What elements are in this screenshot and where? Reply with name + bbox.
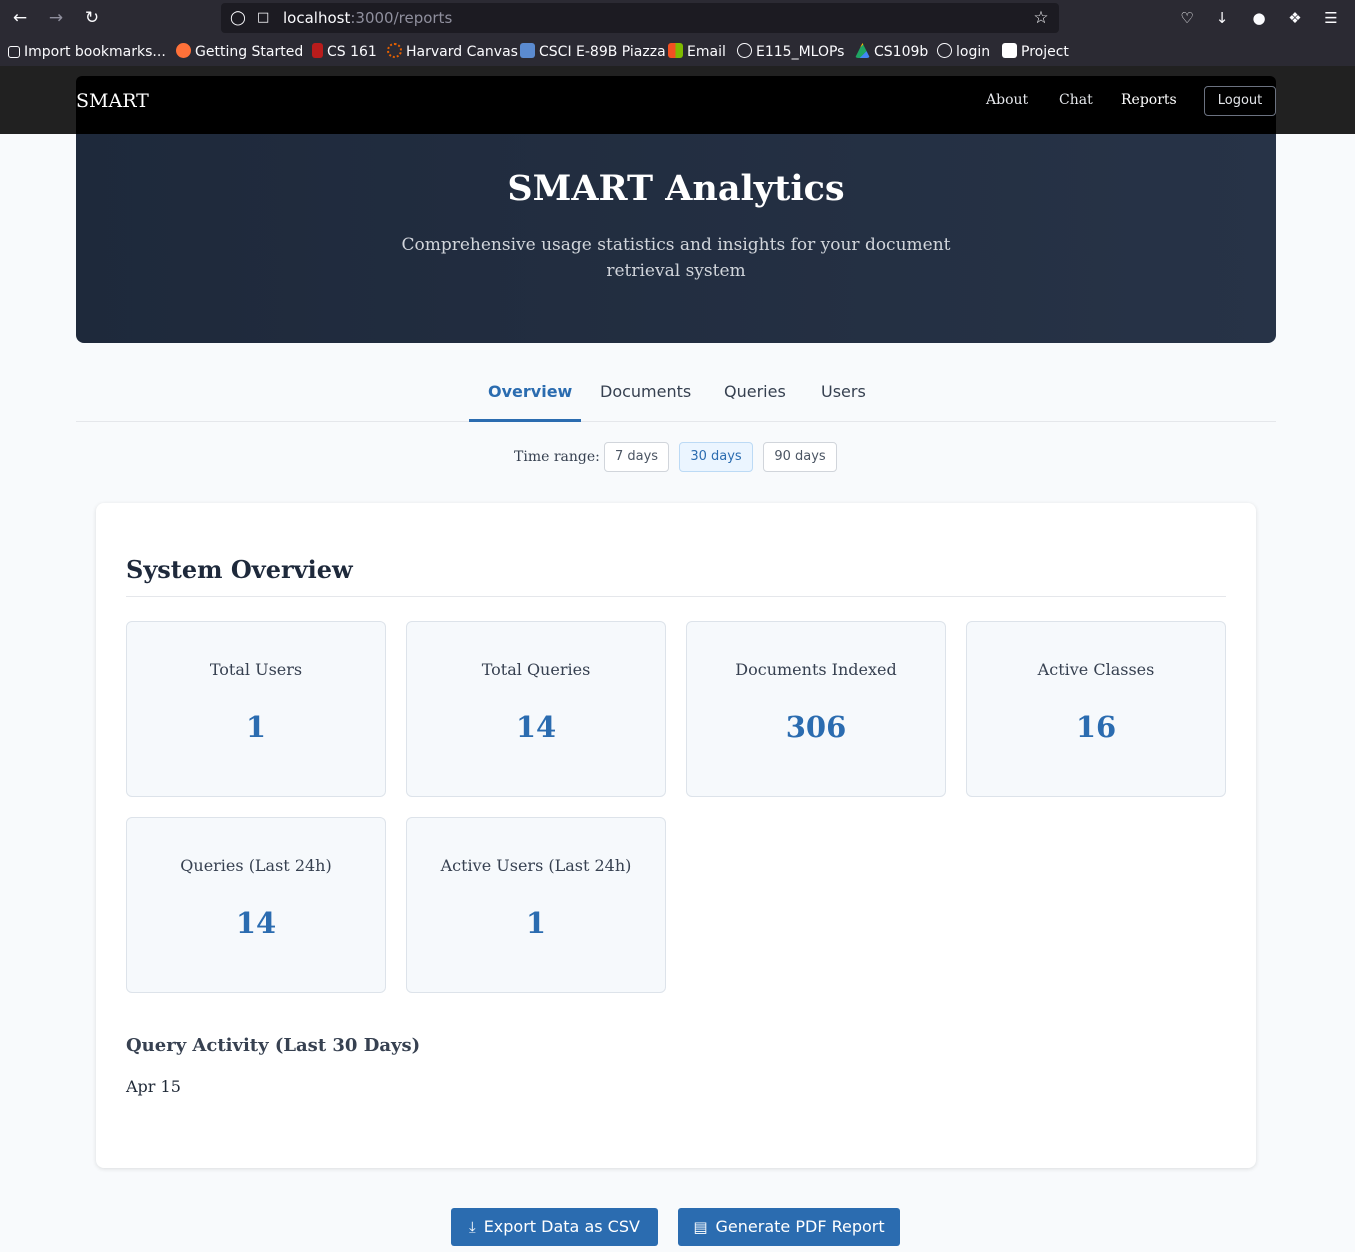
tab-queries[interactable]: Queries [724,382,786,401]
back-arrow-icon[interactable]: ← [8,6,32,30]
report-tabs: Overview Documents Queries Users [76,366,1276,422]
generate-pdf-button[interactable]: ▤ Generate PDF Report [678,1208,900,1246]
piazza-icon [520,43,535,58]
query-activity-date: Apr 15 [126,1077,181,1096]
globe-icon [737,43,752,58]
bookmark-label: CSCI E-89B Piazza [539,44,666,60]
time-range-label: Time range: [514,449,600,465]
pocket-icon[interactable]: ♡ [1175,6,1199,30]
brand-logo[interactable]: SMART [76,90,149,112]
bookmark-label: Getting Started [195,44,304,60]
reload-icon[interactable]: ↻ [80,6,104,30]
drive-icon [855,43,870,58]
bookmark-label: Import bookmarks... [24,44,166,60]
bookmarks-bar: Import bookmarks... Getting Started CS 1… [0,38,1355,66]
browser-chrome: ← → ↻ ◯ □ localhost:3000/reports ☆ ♡ ↓ ●… [0,0,1355,66]
globe-icon [937,43,952,58]
stat-label: Queries (Last 24h) [180,856,332,875]
url-path: :3000/reports [350,9,453,27]
tab-overview[interactable]: Overview [488,382,572,401]
stat-label: Documents Indexed [735,660,897,679]
generate-pdf-label: Generate PDF Report [715,1217,885,1236]
stat-card-queries-24h: Queries (Last 24h) 14 [126,817,386,993]
url-host: localhost [283,9,351,27]
stat-label: Total Queries [481,660,591,679]
time-range-30-days[interactable]: 30 days [679,442,753,472]
bookmark-project[interactable]: Project [1002,42,1069,62]
bookmark-harvard-canvas[interactable]: Harvard Canvas [387,42,518,62]
downloads-icon[interactable]: ↓ [1210,6,1234,30]
bookmark-email[interactable]: Email [668,42,726,62]
menu-icon[interactable]: ☰ [1319,6,1343,30]
nav-link-reports[interactable]: Reports [1121,92,1177,108]
system-overview-card: System Overview Total Users 1 Total Quer… [96,503,1256,1168]
stat-value: 14 [235,906,277,940]
time-range-90-days[interactable]: 90 days [763,442,837,472]
stat-label: Active Classes [1037,660,1155,679]
nav-link-chat[interactable]: Chat [1059,92,1093,108]
bookmark-login[interactable]: login [937,42,990,62]
microsoft-icon [668,43,683,58]
time-range-7-days[interactable]: 7 days [604,442,669,472]
document-icon: ▤ [693,1218,708,1236]
download-icon: ⤓ [469,1218,476,1236]
bookmark-cs109b[interactable]: CS109b [855,42,928,62]
tab-documents[interactable]: Documents [600,382,691,401]
bookmark-cs161[interactable]: CS 161 [312,42,377,62]
export-csv-label: Export Data as CSV [483,1217,640,1236]
bookmark-e115[interactable]: E115_MLOPs [737,42,844,62]
stat-card-documents-indexed: Documents Indexed 306 [686,621,946,797]
stat-value: 14 [515,710,557,744]
stanford-icon [312,43,323,58]
stat-value: 1 [245,710,267,744]
page-icon: □ [257,10,270,25]
tab-users[interactable]: Users [821,382,866,401]
medium-icon [1002,43,1017,58]
forward-arrow-icon[interactable]: → [44,6,68,30]
stat-label: Total Users [209,660,303,679]
extensions-icon[interactable]: ❖ [1283,6,1307,30]
account-icon[interactable]: ● [1247,6,1271,30]
stat-card-total-queries: Total Queries 14 [406,621,666,797]
app-navbar: SMART About Chat Reports Logout [0,66,1355,134]
bookmark-piazza[interactable]: CSCI E-89B Piazza [520,42,666,62]
bookmark-label: Project [1021,44,1069,60]
time-range-selector: Time range: 7 days 30 days 90 days [0,441,1355,473]
hero-subtitle: Comprehensive usage statistics and insig… [401,235,951,281]
shield-icon[interactable]: ◯ [229,8,247,28]
stat-label: Active Users (Last 24h) [440,856,632,875]
canvas-icon [387,43,402,58]
stat-value: 306 [785,710,847,744]
import-icon [8,46,20,58]
bookmark-label: Email [687,44,726,60]
section-title: System Overview [126,555,353,584]
bookmark-getting-started[interactable]: Getting Started [176,42,303,62]
bookmark-label: Harvard Canvas [406,44,518,60]
firefox-icon [176,43,191,58]
active-tab-indicator [469,419,581,422]
address-bar[interactable]: ◯ □ localhost:3000/reports ☆ [221,3,1059,33]
browser-toolbar: ← → ↻ ◯ □ localhost:3000/reports ☆ ♡ ↓ ●… [0,0,1355,36]
bookmark-label: CS 161 [327,44,377,60]
stat-value: 1 [525,906,547,940]
bookmark-label: CS109b [874,44,929,60]
bookmark-star-icon[interactable]: ☆ [1031,7,1051,29]
bookmark-label: login [956,44,991,60]
stat-card-total-users: Total Users 1 [126,621,386,797]
url-text[interactable]: localhost:3000/reports [283,8,452,28]
bookmark-import[interactable]: Import bookmarks... [8,42,166,62]
stat-card-active-users-24h: Active Users (Last 24h) 1 [406,817,666,993]
logout-button[interactable]: Logout [1204,86,1276,116]
divider [126,596,1226,597]
nav-link-about[interactable]: About [986,92,1028,108]
hero-title: SMART Analytics [507,168,845,209]
bookmark-label: E115_MLOPs [756,44,845,60]
hero-banner: SMART Analytics Comprehensive usage stat… [76,134,1276,343]
export-csv-button[interactable]: ⤓ Export Data as CSV [451,1208,658,1246]
stat-card-active-classes: Active Classes 16 [966,621,1226,797]
stat-value: 16 [1075,710,1117,744]
navbar-inner: SMART About Chat Reports Logout [76,76,1276,134]
query-activity-title: Query Activity (Last 30 Days) [126,1035,421,1056]
